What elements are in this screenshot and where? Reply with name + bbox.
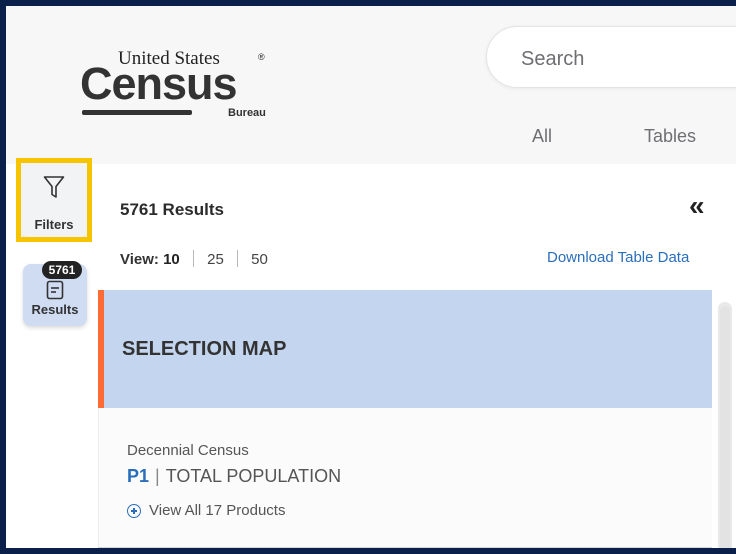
list-item[interactable]: Decennial Census P1 | TOTAL POPULATION Vie… xyxy=(98,408,712,548)
view-option-10[interactable]: 10 xyxy=(163,251,180,268)
item-program: Decennial Census xyxy=(127,442,249,459)
item-separator: | xyxy=(155,466,160,486)
document-list-icon xyxy=(46,280,64,300)
item-table-id-link[interactable]: P1 xyxy=(127,466,149,486)
search-box[interactable] xyxy=(486,26,736,88)
logo-subtext: Bureau xyxy=(228,107,266,119)
view-all-products-label: View All 17 Products xyxy=(149,502,286,519)
logo-registered-mark: ® xyxy=(258,52,265,62)
item-title-row: P1 | TOTAL POPULATION xyxy=(127,466,341,487)
site-header: United States ® Census Bureau All Tables xyxy=(6,6,736,165)
results-label: Results xyxy=(31,302,79,317)
view-all-products-link[interactable]: View All 17 Products xyxy=(127,502,285,519)
item-divider xyxy=(98,547,712,548)
logo-main-text: Census xyxy=(80,58,238,109)
collapse-panel-icon[interactable]: « xyxy=(689,192,705,220)
logo-underline xyxy=(82,110,192,115)
view-separator xyxy=(236,250,238,267)
item-title[interactable]: TOTAL POPULATION xyxy=(166,466,341,486)
selection-map-card[interactable]: SELECTION MAP xyxy=(98,290,712,408)
view-option-50[interactable]: 50 xyxy=(251,251,268,268)
census-logo[interactable]: United States ® Census Bureau xyxy=(78,44,268,124)
plus-circle-icon xyxy=(127,504,141,518)
results-count: 5761 Results xyxy=(120,200,224,219)
page-size-selector: View: 10 25 50 xyxy=(120,250,268,268)
view-option-25[interactable]: 25 xyxy=(207,251,224,268)
download-table-data-link[interactable]: Download Table Data xyxy=(547,249,689,266)
search-input[interactable] xyxy=(519,45,723,73)
filters-highlight xyxy=(16,158,92,242)
app-frame: United States ® Census Bureau All Tables… xyxy=(0,0,736,554)
results-button[interactable]: 5761 Results xyxy=(23,261,87,326)
view-separator xyxy=(192,250,194,267)
results-count-badge: 5761 xyxy=(42,261,82,279)
view-label: View: xyxy=(120,251,159,268)
selection-map-title: SELECTION MAP xyxy=(122,338,287,360)
tab-all[interactable]: All xyxy=(532,126,552,147)
tab-tables[interactable]: Tables xyxy=(644,126,696,147)
results-scrollbar-thumb[interactable] xyxy=(720,306,730,548)
